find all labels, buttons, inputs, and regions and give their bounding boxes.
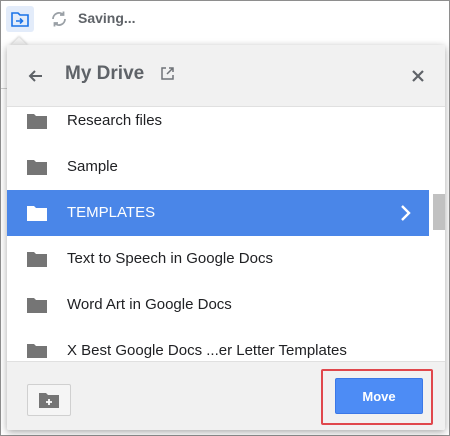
folder-move-icon[interactable] <box>6 6 34 32</box>
new-folder-icon <box>39 393 59 408</box>
folder-icon <box>27 160 47 175</box>
folder-icon <box>27 298 47 313</box>
new-folder-button[interactable] <box>27 384 71 416</box>
dialog-title: My Drive <box>65 63 145 84</box>
open-in-new-icon[interactable] <box>159 65 175 81</box>
chevron-right-icon[interactable] <box>395 203 415 223</box>
dialog-footer: Move <box>7 361 445 430</box>
folder-icon <box>27 252 47 267</box>
folder-label: Research files <box>67 112 163 129</box>
folder-row-letter-templates[interactable]: X Best Google Docs ...er Letter Template… <box>7 328 429 358</box>
folder-label: Word Art in Google Docs <box>67 296 232 313</box>
folder-list: Research files Sample TEMPLATES Text to … <box>7 98 445 358</box>
folder-label: Text to Speech in Google Docs <box>67 250 273 267</box>
move-to-folder-dialog: My Drive Research files Sample TEMPLATES <box>7 45 445 430</box>
folder-row-text-to-speech[interactable]: Text to Speech in Google Docs <box>7 236 429 282</box>
list-scrollbar[interactable] <box>433 194 445 230</box>
folder-icon <box>27 114 47 129</box>
folder-label: Sample <box>67 158 118 175</box>
arrow-left-icon[interactable] <box>23 63 49 89</box>
folder-icon <box>27 206 47 221</box>
saving-status: Saving... <box>78 10 136 26</box>
folder-row-templates[interactable]: TEMPLATES <box>7 190 429 236</box>
folder-label: X Best Google Docs ...er Letter Template… <box>67 342 347 358</box>
folder-row-research-files[interactable]: Research files <box>7 98 429 144</box>
toolbar: Saving... <box>1 1 450 37</box>
move-button[interactable]: Move <box>335 378 423 414</box>
folder-icon <box>27 344 47 358</box>
folder-label: TEMPLATES <box>67 204 156 221</box>
sync-icon <box>49 9 69 29</box>
folder-row-sample[interactable]: Sample <box>7 144 429 190</box>
folder-row-word-art[interactable]: Word Art in Google Docs <box>7 282 429 328</box>
close-icon[interactable] <box>405 63 431 89</box>
